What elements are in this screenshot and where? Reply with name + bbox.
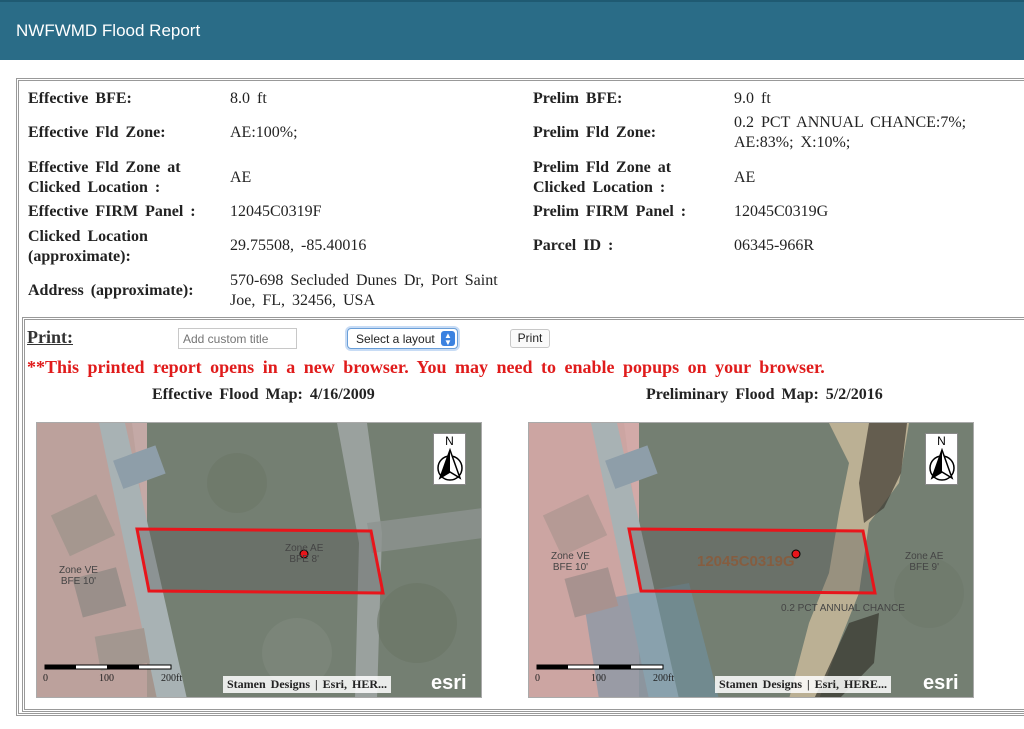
compass-icon bbox=[929, 448, 955, 481]
effective-zone-value: AE:100%; bbox=[230, 124, 298, 141]
preliminary-map-title: Preliminary Flood Map: 5/2/2016 bbox=[646, 386, 883, 403]
effective-scale-200: 200ft bbox=[161, 673, 183, 684]
prelim-panel-value: 12045C0319G bbox=[734, 203, 829, 220]
header-bar: NWFWMD Flood Report bbox=[0, 0, 1024, 60]
app-title: NWFWMD Flood Report bbox=[16, 21, 201, 40]
address-value-line2: Joe, FL, 32456, USA bbox=[230, 292, 376, 309]
effective-bfe-label: Effective BFE: bbox=[28, 90, 132, 107]
layout-select-value: Select a layout bbox=[356, 332, 435, 346]
layout-select[interactable]: Select a layout ▲ ▼ bbox=[347, 328, 458, 349]
custom-title-input[interactable] bbox=[178, 328, 297, 349]
effective-panel-value: 12045C0319F bbox=[230, 203, 322, 220]
north-label: N bbox=[445, 434, 454, 448]
preliminary-esri-logo: esri bbox=[923, 672, 959, 694]
chevron-updown-icon: ▲ ▼ bbox=[441, 331, 455, 347]
effective-zone-label: Effective Fld Zone: bbox=[28, 124, 166, 141]
effective-zone-ae-line1: Zone AE bbox=[285, 543, 324, 554]
prelim-bfe-label: Prelim BFE: bbox=[533, 90, 623, 107]
prelim-zone-ve-label: Zone VE BFE 10' bbox=[551, 551, 590, 573]
effective-clicked-label-line1: Effective Fld Zone at bbox=[28, 159, 181, 176]
effective-map-credits[interactable]: Stamen Designs | Esri, HER... bbox=[223, 676, 391, 693]
prelim-annual-chance-label: 0.2 PCT ANNUAL CHANCE bbox=[781, 603, 905, 614]
prelim-scale-0: 0 bbox=[535, 673, 540, 684]
effective-esri-logo: esri bbox=[431, 672, 467, 694]
prelim-firm-panel-label: 12045C0319G bbox=[697, 553, 795, 570]
effective-map-imagery bbox=[37, 423, 481, 697]
parcel-id-value: 06345-966R bbox=[734, 237, 814, 254]
prelim-zone-value-line1: 0.2 PCT ANNUAL CHANCE:7%; bbox=[734, 114, 967, 131]
clicked-location-value: 29.75508, -85.40016 bbox=[230, 237, 367, 254]
popup-warning: **This printed report opens in a new bro… bbox=[27, 357, 825, 377]
prelim-clicked-label-line2: Clicked Location : bbox=[533, 179, 666, 196]
prelim-zone-ae-line1: Zone AE bbox=[905, 551, 944, 562]
compass-icon bbox=[437, 448, 463, 481]
prelim-zone-ve-line2: BFE 10' bbox=[552, 562, 589, 573]
effective-bfe-value: 8.0 ft bbox=[230, 90, 267, 107]
prelim-zone-label: Prelim Fld Zone: bbox=[533, 124, 657, 141]
address-value-line1: 570-698 Secluded Dunes Dr, Port Saint bbox=[230, 272, 498, 289]
parcel-id-label: Parcel ID : bbox=[533, 237, 614, 254]
prelim-zone-ae-line2: BFE 9' bbox=[909, 562, 940, 573]
effective-map[interactable]: Zone VE BFE 10' Zone AE BFE 8' N 0 100 2… bbox=[36, 422, 482, 698]
effective-scale-100: 100 bbox=[99, 673, 114, 684]
print-button[interactable]: Print bbox=[510, 329, 550, 348]
prelim-clicked-label-line1: Prelim Fld Zone at bbox=[533, 159, 672, 176]
prelim-bfe-value: 9.0 ft bbox=[734, 90, 771, 107]
preliminary-map[interactable]: Zone VE BFE 10' Zone AE BFE 9' 12045C031… bbox=[528, 422, 974, 698]
effective-clicked-label-line2: Clicked Location : bbox=[28, 179, 161, 196]
prelim-panel-label: Prelim FIRM Panel : bbox=[533, 203, 687, 220]
preliminary-north-arrow: N bbox=[925, 433, 958, 485]
effective-scale-0: 0 bbox=[43, 673, 48, 684]
preliminary-map-credits[interactable]: Stamen Designs | Esri, HERE... bbox=[715, 676, 891, 693]
clicked-location-label-line1: Clicked Location bbox=[28, 228, 148, 245]
north-label: N bbox=[937, 434, 946, 448]
effective-clicked-value: AE bbox=[230, 169, 252, 186]
prelim-clicked-value: AE bbox=[734, 169, 756, 186]
address-label: Address (approximate): bbox=[28, 282, 194, 299]
effective-zone-ve-line1: Zone VE bbox=[59, 565, 98, 576]
print-label: Print: bbox=[27, 327, 73, 347]
effective-zone-ve-line2: BFE 10' bbox=[60, 576, 97, 587]
prelim-zone-value-line2: AE:83%; X:10%; bbox=[734, 134, 851, 151]
prelim-zone-ve-line1: Zone VE bbox=[551, 551, 590, 562]
prelim-scale-100: 100 bbox=[591, 673, 606, 684]
prelim-zone-ae-label: Zone AE BFE 9' bbox=[905, 551, 943, 573]
effective-zone-ae-line2: BFE 8' bbox=[289, 554, 320, 565]
effective-zone-ae-label: Zone AE BFE 8' bbox=[285, 543, 323, 565]
prelim-scale-200: 200ft bbox=[653, 673, 675, 684]
clicked-location-label-line2: (approximate): bbox=[28, 248, 131, 265]
effective-north-arrow: N bbox=[433, 433, 466, 485]
effective-panel-label: Effective FIRM Panel : bbox=[28, 203, 196, 220]
effective-map-title: Effective Flood Map: 4/16/2009 bbox=[152, 386, 375, 403]
effective-zone-ve-label: Zone VE BFE 10' bbox=[59, 565, 98, 587]
